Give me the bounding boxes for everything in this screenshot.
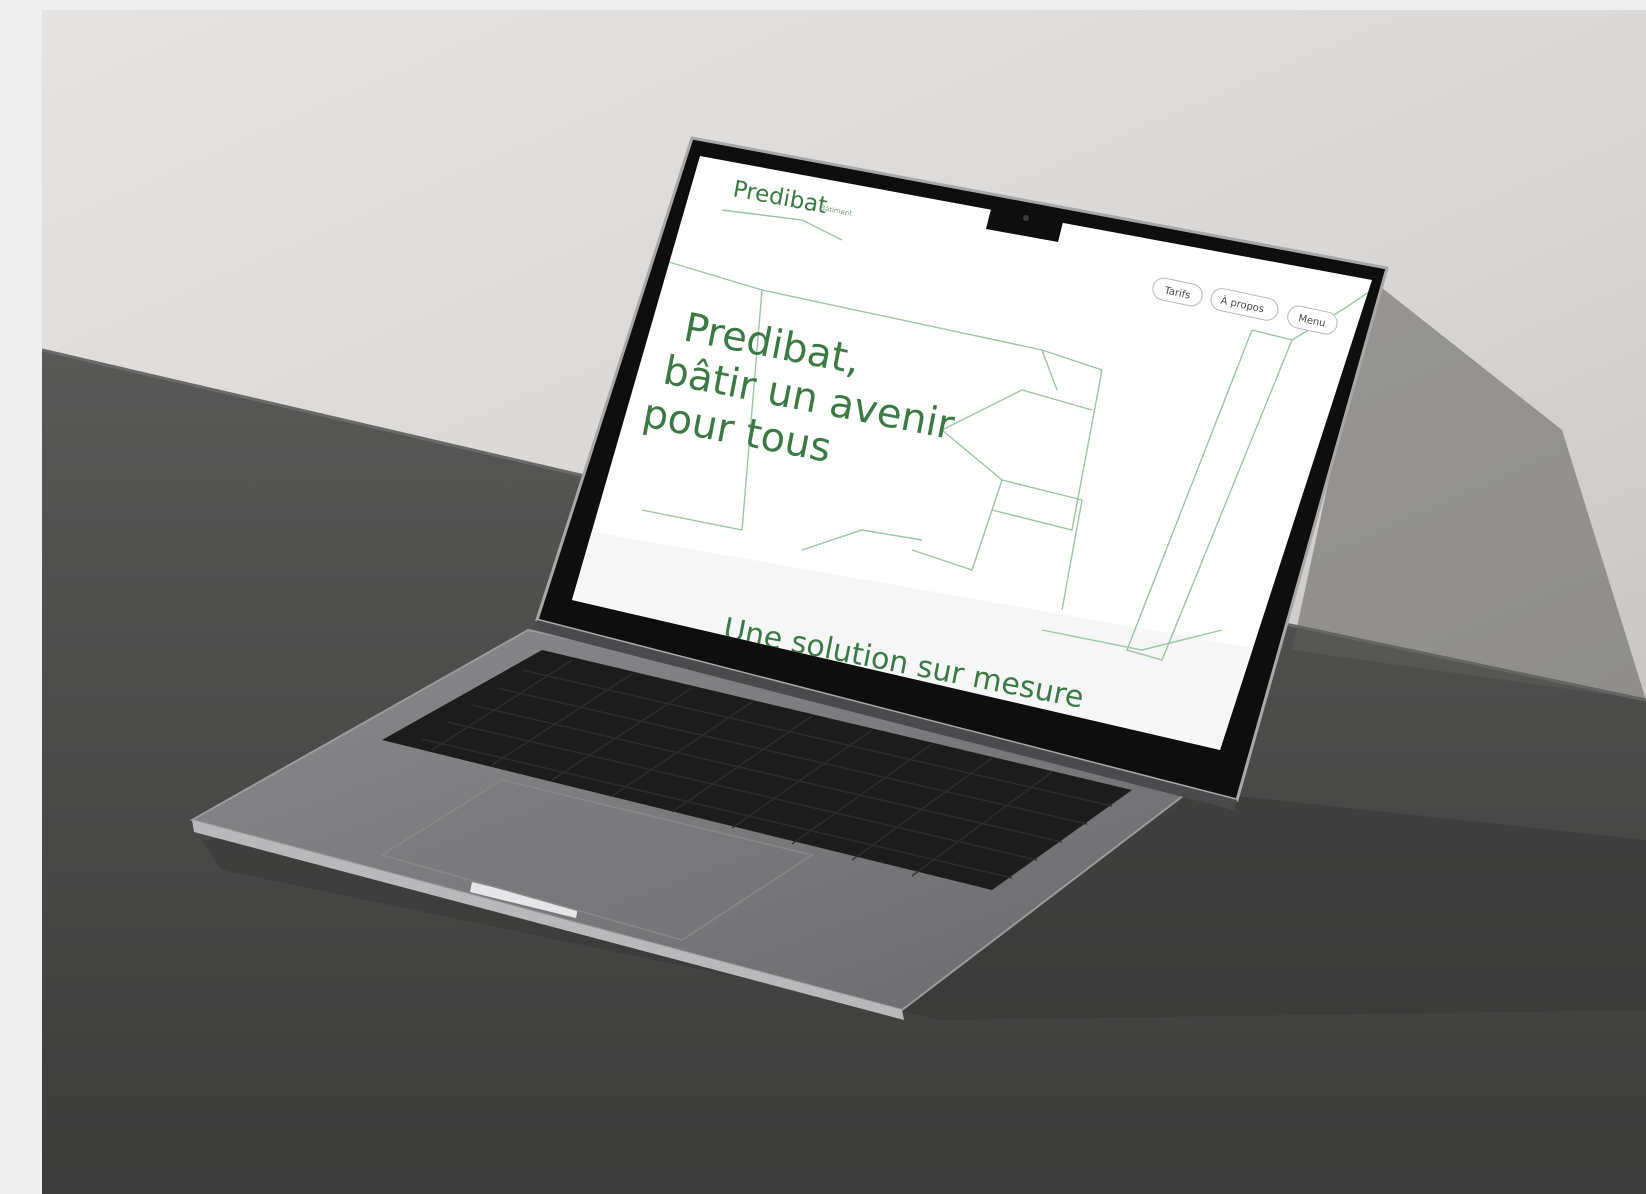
laptop-mockup-photo: Predibat Bâtiment Tarifs À propos Menu P… bbox=[42, 10, 1646, 1194]
photo-scene: Predibat Bâtiment Tarifs À propos Menu P… bbox=[42, 10, 1646, 1194]
camera-icon bbox=[1023, 215, 1029, 221]
